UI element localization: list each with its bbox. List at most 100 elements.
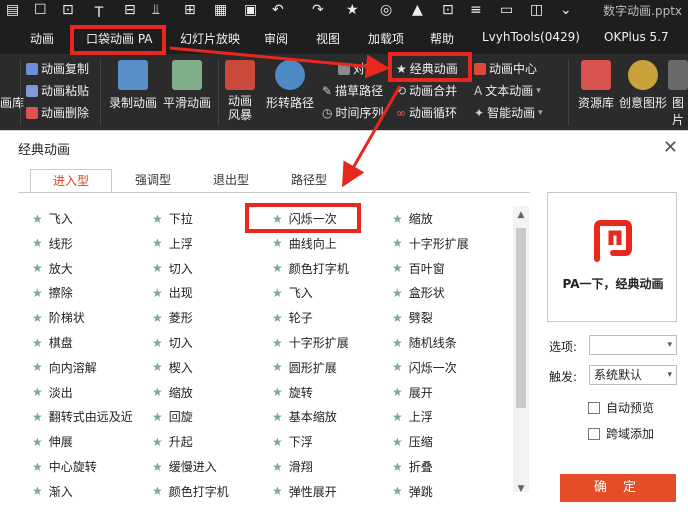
animation-item[interactable]: ★ 下拉: [152, 210, 193, 227]
tab-okplus[interactable]: OKPlus 5.7: [604, 30, 669, 44]
option-select[interactable]: ▾: [589, 335, 677, 355]
tab-lvyhtools[interactable]: LvyhTools(0429): [482, 30, 580, 44]
window-icon[interactable]: ⊡: [442, 2, 454, 18]
redo-icon[interactable]: ↷: [312, 2, 324, 18]
animation-item[interactable]: ★ 弹跳: [392, 483, 433, 500]
tab-slideshow[interactable]: 幻灯片放映: [180, 30, 240, 47]
paste-animation-button[interactable]: 动画粘贴: [26, 82, 89, 99]
scroll-up-icon[interactable]: ▲: [514, 208, 528, 222]
time-sequence-button[interactable]: ◷ 时间序列: [322, 104, 384, 121]
list-scrollbar-thumb[interactable]: [516, 228, 526, 408]
animation-item[interactable]: ★ 压缩: [392, 433, 433, 450]
animation-item[interactable]: ★ 擦除: [32, 284, 73, 301]
animation-item[interactable]: ★ 翻转式由远及近: [32, 408, 133, 425]
merge-animation-button[interactable]: ⟲ 动画合并: [396, 82, 457, 99]
align-icon[interactable]: ⫫: [152, 2, 160, 18]
animation-item[interactable]: ★ 飞入: [32, 210, 73, 227]
tab-entrance[interactable]: 进入型: [30, 169, 112, 193]
animation-item[interactable]: ★ 滑翔: [272, 458, 313, 475]
animation-item[interactable]: ★ 伸展: [32, 433, 73, 450]
picture-button[interactable]: 图片: [668, 60, 688, 128]
tab-addins[interactable]: 加载项: [368, 30, 404, 47]
animation-item[interactable]: ★ 淡出: [32, 384, 73, 401]
animation-center-button[interactable]: 动画中心: [474, 60, 537, 77]
animation-item[interactable]: ★ 颜色打字机: [152, 483, 229, 500]
smart-animation-button[interactable]: ✦ 智能动画 ▾: [474, 104, 543, 121]
tab-view[interactable]: 视图: [316, 30, 340, 47]
animation-item[interactable]: ★ 闪烁一次: [392, 359, 457, 376]
animation-item[interactable]: ★ 缓慢进入: [152, 458, 217, 475]
text-animation-button[interactable]: A 文本动画 ▾: [474, 82, 541, 99]
shape-to-path-button[interactable]: 形转路径: [260, 60, 320, 111]
tab-help[interactable]: 帮助: [430, 30, 454, 47]
animation-storm-button[interactable]: 动画 风暴: [222, 60, 258, 122]
tab-path[interactable]: 路径型: [268, 169, 350, 193]
trigger-select[interactable]: 系统默认 ▾: [589, 365, 677, 385]
text-icon[interactable]: Ｔ: [92, 2, 106, 22]
tab-pocket-animation[interactable]: 口袋动画 PA: [86, 30, 153, 47]
animation-item[interactable]: ★ 线形: [32, 235, 73, 252]
creative-shapes-button[interactable]: 创意图形: [616, 60, 670, 111]
cross-add-checkbox[interactable]: 跨域添加: [588, 425, 654, 442]
animation-item[interactable]: ★ 上浮: [392, 408, 433, 425]
animation-item[interactable]: ★ 随机线条: [392, 334, 457, 351]
sketch-path-button[interactable]: ✎ 描草路径: [322, 82, 383, 99]
snap-icon[interactable]: ⊟: [124, 2, 136, 18]
auto-preview-checkbox[interactable]: 自动预览: [588, 399, 654, 416]
animation-item[interactable]: ★ 回旋: [152, 408, 193, 425]
ok-button[interactable]: 确 定: [560, 474, 676, 502]
animation-item[interactable]: ★ 楔入: [152, 359, 193, 376]
more-icon[interactable]: ≡: [470, 2, 482, 18]
animation-item[interactable]: ★ 下浮: [272, 433, 313, 450]
close-icon[interactable]: ✕: [663, 137, 678, 158]
grid-icon[interactable]: ▦: [214, 2, 227, 18]
animation-item[interactable]: ★ 劈裂: [392, 309, 433, 326]
animation-item[interactable]: ★ 上浮: [152, 235, 193, 252]
animation-item[interactable]: ★ 缩放: [392, 210, 433, 227]
animation-item[interactable]: ★ 切入: [152, 334, 193, 351]
animation-item[interactable]: ★ 切入: [152, 260, 193, 277]
customize-icon[interactable]: ⌄: [560, 2, 572, 18]
animation-item[interactable]: ★ 颜色打字机: [272, 260, 349, 277]
animation-item[interactable]: ★ 放大: [32, 260, 73, 277]
animation-item[interactable]: ★ 折叠: [392, 458, 433, 475]
animation-item[interactable]: ★ 中心旋转: [32, 458, 97, 475]
animation-item[interactable]: ★ 升起: [152, 433, 193, 450]
delete-animation-button[interactable]: 动画删除: [26, 104, 89, 121]
animation-item[interactable]: ★ 缩放: [152, 384, 193, 401]
animation-item[interactable]: ★ 阶梯状: [32, 309, 85, 326]
tablet-icon[interactable]: ▭: [500, 2, 513, 18]
animation-item[interactable]: ★ 展开: [392, 384, 433, 401]
copy-animation-button[interactable]: 动画复制: [26, 60, 89, 77]
loop-animation-button[interactable]: ∞ 动画循环: [396, 104, 457, 121]
open-icon[interactable]: ⊡: [62, 2, 74, 18]
animation-item[interactable]: ★ 曲线向上: [272, 235, 337, 252]
animation-item[interactable]: ★ 十字形扩展: [272, 334, 349, 351]
checkbox-box[interactable]: [588, 401, 600, 414]
animation-item[interactable]: ★ 十字形扩展: [392, 235, 469, 252]
format-icon[interactable]: ⊞: [184, 2, 196, 18]
tab-exit[interactable]: 退出型: [190, 169, 272, 193]
align-button[interactable]: 对齐: [338, 60, 377, 77]
animation-item[interactable]: ★ 出现: [152, 284, 193, 301]
presenter-icon[interactable]: ◫: [530, 2, 543, 18]
record-animation-button[interactable]: 录制动画: [106, 60, 160, 111]
animation-item[interactable]: ★ 盒形状: [392, 284, 445, 301]
classic-animation-button[interactable]: ★ 经典动画: [396, 60, 458, 77]
smooth-animation-button[interactable]: 平滑动画: [160, 60, 214, 111]
tab-emphasis[interactable]: 强调型: [112, 169, 194, 193]
animation-item[interactable]: ★ 菱形: [152, 309, 193, 326]
checkbox-box[interactable]: [588, 427, 600, 440]
animation-item[interactable]: ★ 百叶窗: [392, 260, 445, 277]
animation-item[interactable]: ★ 弹性展开: [272, 483, 337, 500]
animation-item[interactable]: ★ 轮子: [272, 309, 313, 326]
layout-icon[interactable]: ▤: [6, 2, 19, 18]
undo-icon[interactable]: ↶: [272, 2, 284, 18]
animation-item[interactable]: ★ 棋盘: [32, 334, 73, 351]
animation-item[interactable]: ★ 闪烁一次: [272, 210, 337, 227]
animation-item[interactable]: ★ 向内溶解: [32, 359, 97, 376]
shape-icon[interactable]: ▲: [412, 2, 423, 18]
animation-item[interactable]: ★ 渐入: [32, 483, 73, 500]
tab-review[interactable]: 审阅: [264, 30, 288, 47]
animation-item[interactable]: ★ 圆形扩展: [272, 359, 337, 376]
